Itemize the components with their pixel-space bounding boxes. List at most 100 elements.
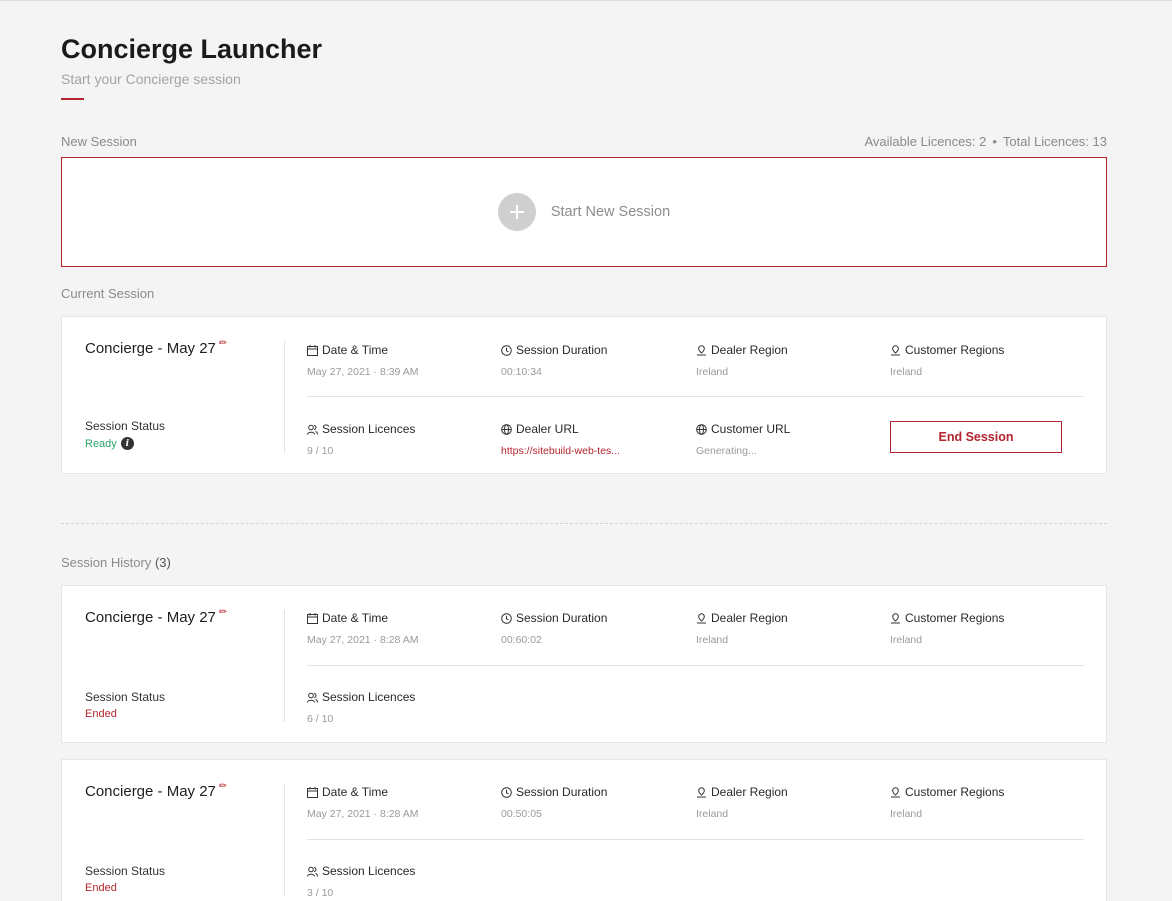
session-status: Ready i [85, 437, 134, 450]
customer-regions-field: Customer Regions Ireland [890, 343, 1004, 378]
duration-field: Session Duration 00:50:05 [501, 785, 607, 820]
duration-label: Session Duration [516, 343, 608, 357]
dealer-region-label: Dealer Region [711, 785, 788, 799]
horizontal-divider [307, 839, 1084, 840]
vertical-divider [284, 341, 285, 453]
clock-icon [501, 612, 512, 624]
session-history-title: Session History [61, 555, 152, 570]
session-status: Ended [85, 882, 117, 894]
new-session-label: New Session [61, 134, 137, 149]
date-time-value: May 27, 2021 · 8:28 AM [307, 634, 419, 646]
session-name: Concierge - May 27 ✏ [85, 338, 227, 357]
pencil-icon[interactable]: ✏ [219, 781, 227, 792]
customer-regions-value: Ireland [890, 634, 923, 646]
title-accent-bar [61, 98, 84, 100]
licences-value: 9 / 10 [307, 445, 334, 457]
status-badge: Ended [85, 882, 117, 894]
users-icon [307, 692, 318, 703]
location-pin-icon [890, 612, 901, 624]
session-name: Concierge - May 27 ✏ [85, 781, 227, 800]
page-subtitle: Start your Concierge session [61, 71, 241, 87]
customer-url-label: Customer URL [711, 422, 791, 436]
licences-value: 6 / 10 [307, 713, 334, 725]
users-icon [307, 866, 318, 877]
licences-label: Session Licences [322, 422, 416, 436]
customer-regions-label: Customer Regions [905, 343, 1005, 357]
start-new-session-label: Start New Session [550, 204, 671, 220]
dealer-region-value: Ireland [696, 634, 729, 646]
date-time-value: May 27, 2021 · 8:39 AM [307, 366, 419, 378]
available-licences: Available Licences: 2 [864, 134, 987, 149]
location-pin-icon [696, 786, 707, 798]
licences-field: Session Licences 6 / 10 [307, 690, 415, 725]
info-icon[interactable]: i [120, 437, 134, 450]
pencil-icon[interactable]: ✏ [219, 607, 227, 618]
session-history-label: Session History (3) [61, 555, 171, 570]
current-session-card: Concierge - May 27 ✏ Session Status Ready… [61, 316, 1107, 474]
end-session-button[interactable]: End Session [890, 421, 1062, 453]
date-time-field: Date & Time May 27, 2021 · 8:28 AM [307, 785, 418, 820]
date-time-label: Date & Time [322, 611, 389, 625]
start-new-session-button[interactable]: Start New Session [61, 157, 1107, 267]
dealer-region-field: Dealer Region Ireland [696, 611, 788, 646]
duration-field: Session Duration 00:60:02 [501, 611, 607, 646]
session-name-text: Concierge - May 27 [85, 340, 216, 357]
dealer-region-field: Dealer Region Ireland [696, 343, 788, 378]
dealer-region-label: Dealer Region [711, 343, 788, 357]
duration-label: Session Duration [516, 611, 608, 625]
vertical-divider [284, 784, 285, 896]
dealer-region-value: Ireland [696, 366, 729, 378]
dealer-url-link[interactable]: https://sitebuild-web-tes... [501, 445, 620, 457]
licences-label: Session Licences [322, 864, 416, 878]
users-icon [307, 424, 318, 435]
current-session-label: Current Session [61, 286, 155, 301]
licence-separator: • [992, 134, 997, 149]
date-time-field: Date & Time May 27, 2021 · 8:28 AM [307, 611, 418, 646]
clock-icon [501, 344, 512, 356]
customer-regions-value: Ireland [890, 808, 923, 820]
session-name: Concierge - May 27 ✏ [85, 607, 227, 626]
duration-field: Session Duration 00:10:34 [501, 343, 607, 378]
calendar-icon [307, 612, 318, 624]
customer-url-value: Generating... [696, 445, 757, 457]
session-history-count: (3) [154, 555, 171, 570]
customer-regions-field: Customer Regions Ireland [890, 785, 1004, 820]
globe-icon [696, 423, 707, 435]
duration-value: 00:10:34 [501, 366, 542, 378]
status-badge: Ended [85, 708, 117, 720]
session-status-label: Session Status [85, 864, 166, 878]
dealer-region-field: Dealer Region Ireland [696, 785, 788, 820]
horizontal-divider [307, 665, 1084, 666]
clock-icon [501, 786, 512, 798]
date-time-label: Date & Time [322, 785, 389, 799]
dealer-url-label: Dealer URL [516, 422, 579, 436]
duration-label: Session Duration [516, 785, 608, 799]
customer-regions-value: Ireland [890, 366, 923, 378]
dealer-region-value: Ireland [696, 808, 729, 820]
dealer-url-field: Dealer URL https://sitebuild-web-tes... [501, 422, 620, 457]
pencil-icon[interactable]: ✏ [219, 338, 227, 349]
date-time-field: Date & Time May 27, 2021 · 8:39 AM [307, 343, 418, 378]
duration-value: 00:50:05 [501, 808, 542, 820]
duration-value: 00:60:02 [501, 634, 542, 646]
history-session-card: Concierge - May 27 ✏ Session Status Ended… [61, 759, 1107, 901]
licences-field: Session Licences 3 / 10 [307, 864, 415, 899]
total-licences: Total Licences: 13 [1002, 134, 1107, 149]
history-session-card: Concierge - May 27 ✏ Session Status Ended… [61, 585, 1107, 743]
licence-summary: Available Licences: 2 • Total Licences: 13 [864, 134, 1107, 149]
session-name-text: Concierge - May 27 [85, 783, 216, 800]
plus-icon [497, 193, 536, 231]
licences-value: 3 / 10 [307, 887, 334, 899]
licences-label: Session Licences [322, 690, 416, 704]
date-time-label: Date & Time [322, 343, 389, 357]
session-status-label: Session Status [85, 690, 166, 704]
licences-field: Session Licences 9 / 10 [307, 422, 415, 457]
horizontal-divider [307, 396, 1084, 397]
vertical-divider [284, 610, 285, 722]
globe-icon [501, 423, 512, 435]
status-badge: Ready [85, 437, 117, 450]
calendar-icon [307, 786, 318, 798]
customer-url-field: Customer URL Generating... [696, 422, 790, 457]
customer-regions-label: Customer Regions [905, 611, 1005, 625]
session-name-text: Concierge - May 27 [85, 609, 216, 626]
